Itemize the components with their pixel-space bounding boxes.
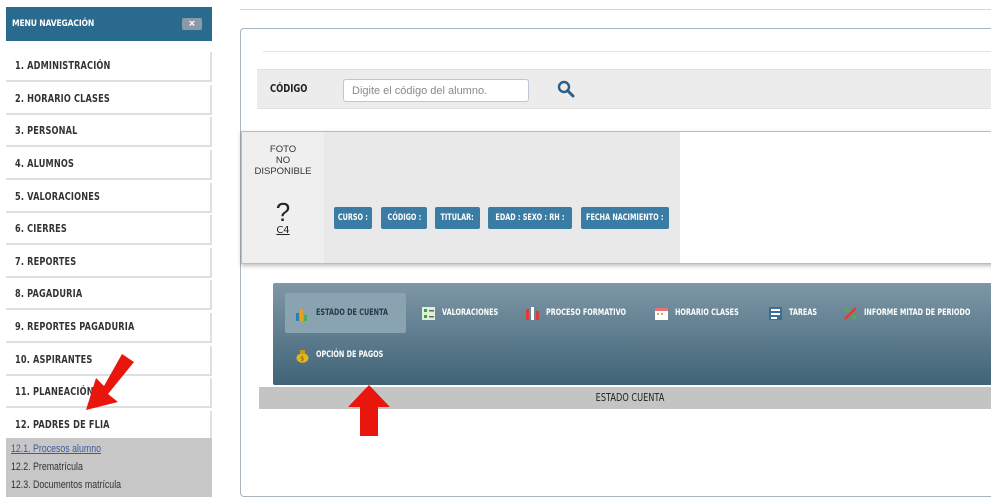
- sidebar-title: MENU NAVEGACIÓN: [12, 19, 95, 29]
- sidebar-item-padres-de-flia[interactable]: 12. PADRES DE FLIA: [6, 411, 212, 442]
- sidebar-item-label: 4. ALUMNOS: [15, 157, 75, 170]
- annotation-arrow-up: [348, 385, 390, 436]
- field-codigo: CÓDIGO :: [381, 207, 427, 229]
- student-code-input[interactable]: [343, 79, 529, 102]
- tab-label: ESTADO DE CUENTA: [316, 308, 389, 318]
- grades-icon: [422, 306, 435, 320]
- tasks-icon: [769, 306, 782, 320]
- sidebar-item-valoraciones[interactable]: 5. VALORACIONES: [6, 182, 212, 213]
- sidebar-menu: MENU NAVEGACIÓN × 1. ADMINISTRACIÓN 2. H…: [6, 7, 212, 497]
- field-edad-sexo-rh: EDAD : SEXO : RH :: [488, 207, 572, 229]
- student-info-card: FOTO NO DISPONIBLE ? C4 CURSO : CÓDIGO :…: [241, 131, 991, 264]
- sidebar-item-alumnos[interactable]: 4. ALUMNOS: [6, 149, 212, 180]
- top-divider: [240, 9, 991, 10]
- money-bag-icon: $: [296, 349, 309, 363]
- sidebar-item-personal[interactable]: 3. PERSONAL: [6, 117, 212, 148]
- field-titular: TITULAR:: [435, 207, 480, 229]
- photo-unavailable-text: FOTO NO DISPONIBLE: [242, 144, 324, 177]
- percent-icon: [844, 306, 857, 320]
- field-label: CÓDIGO :: [387, 213, 421, 223]
- sidebar-item-reportes-pagaduria[interactable]: 9. REPORTES PAGADURIA: [6, 313, 212, 344]
- annotation-arrow-down-left: [86, 354, 134, 410]
- sidebar-item-label: 10. ASPIRANTES: [15, 353, 93, 366]
- sidebar-item-label: 3. PERSONAL: [15, 125, 78, 138]
- svg-text:$: $: [300, 355, 304, 362]
- tab-label: VALORACIONES: [442, 308, 499, 318]
- sidebar-item-horario-clases[interactable]: 2. HORARIO CLASES: [6, 84, 212, 115]
- tab-label: PROCESO FORMATIVO: [546, 308, 626, 318]
- sidebar-item-label: 5. VALORACIONES: [15, 190, 101, 203]
- sidebar-item-label: 12. PADRES DE FLIA: [15, 419, 110, 432]
- field-label: CURSO :: [337, 213, 369, 223]
- section-title: ESTADO CUENTA: [595, 392, 665, 404]
- sidebar-item-administracion[interactable]: 1. ADMINISTRACIÓN: [6, 52, 212, 82]
- submenu-item-documentos-matricula[interactable]: 12.3. Documentos matrícula: [11, 477, 172, 495]
- tab-estado-de-cuenta[interactable]: ESTADO DE CUENTA: [285, 293, 406, 333]
- sidebar-item-reportes[interactable]: 7. REPORTES: [6, 247, 212, 278]
- tabs-bar: ESTADO DE CUENTA VALORACIONES PROCESO FO…: [273, 283, 991, 385]
- sidebar-item-label: 1. ADMINISTRACIÓN: [15, 60, 111, 72]
- sidebar-item-label: 8. PAGADURIA: [15, 288, 83, 301]
- sidebar-item-cierres[interactable]: 6. CIERRES: [6, 215, 212, 246]
- code-label: CÓDIGO: [270, 83, 308, 95]
- close-icon[interactable]: ×: [182, 18, 202, 30]
- sidebar-header: MENU NAVEGACIÓN ×: [6, 7, 212, 41]
- sidebar-item-pagaduria[interactable]: 8. PAGADURIA: [6, 280, 212, 311]
- field-label: TITULAR:: [440, 213, 475, 223]
- tab-label: HORARIO CLASES: [675, 308, 739, 318]
- search-icon[interactable]: [557, 80, 575, 98]
- sidebar-item-label: 11. PLANEACIÓN: [15, 386, 94, 399]
- tab-proceso-formativo[interactable]: PROCESO FORMATIVO: [515, 293, 641, 333]
- bar-chart-icon: [296, 309, 307, 321]
- calendar-icon: [655, 307, 668, 320]
- student-fields: CURSO : CÓDIGO : TITULAR: EDAD : SEXO : …: [324, 132, 680, 263]
- field-fecha-nacimiento: FECHA NACIMIENTO :: [581, 207, 669, 229]
- photo-text-line: FOTO NO DISPONIBLE: [254, 144, 312, 177]
- tab-label: OPCIÓN DE PAGOS: [316, 350, 384, 360]
- tab-label: TAREAS: [789, 308, 818, 318]
- tab-opcion-de-pagos[interactable]: $ OPCIÓN DE PAGOS: [285, 335, 395, 375]
- sidebar-item-label: 9. REPORTES PAGADURIA: [15, 321, 135, 334]
- tab-valoraciones[interactable]: VALORACIONES: [411, 293, 511, 333]
- student-code-value: C4: [276, 225, 290, 236]
- submenu-item-prematricula[interactable]: 12.2. Prematrícula: [11, 459, 172, 477]
- tab-informe-mitad-de-periodo[interactable]: INFORME MITAD DE PERIODO: [833, 293, 991, 333]
- tab-tareas[interactable]: TAREAS: [758, 293, 828, 333]
- tab-label: INFORME MITAD DE PERIODO: [864, 308, 971, 318]
- panel-divider: [263, 51, 991, 52]
- sidebar-item-label: 7. REPORTES: [15, 255, 77, 268]
- submenu-item-procesos-alumno[interactable]: 12.1. Procesos alumno: [11, 441, 172, 459]
- sidebar-submenu: 12.1. Procesos alumno 12.2. Prematrícula…: [6, 438, 212, 497]
- sidebar-item-label: 6. CIERRES: [15, 223, 67, 236]
- field-label: EDAD : SEXO : RH :: [495, 213, 565, 223]
- field-curso: CURSO :: [334, 207, 372, 229]
- tab-horario-clases[interactable]: HORARIO CLASES: [644, 293, 756, 333]
- student-photo-placeholder: FOTO NO DISPONIBLE ? C4: [242, 132, 324, 263]
- code-search-bar: CÓDIGO: [257, 69, 991, 109]
- photo-question-mark: ?: [275, 197, 291, 227]
- sidebar-item-label: 2. HORARIO CLASES: [15, 92, 110, 105]
- process-icon: [526, 306, 539, 320]
- field-label: FECHA NACIMIENTO :: [586, 213, 664, 223]
